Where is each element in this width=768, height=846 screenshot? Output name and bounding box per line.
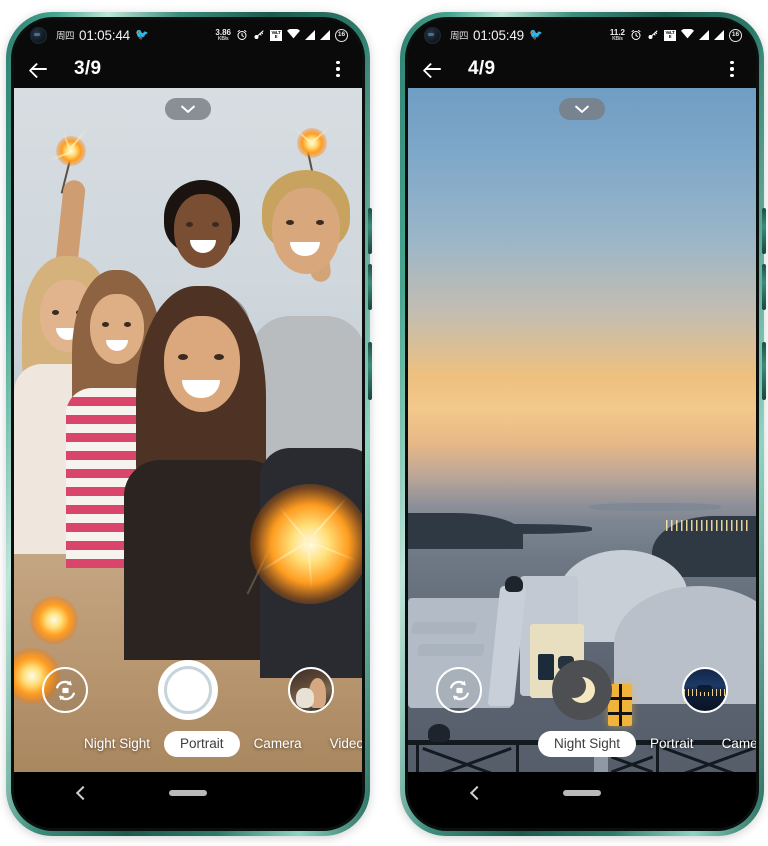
battery-icon: 16 xyxy=(729,28,742,42)
more-vertical-icon[interactable] xyxy=(722,60,742,78)
distant-island xyxy=(588,502,722,511)
app-bar-right: 4/9 xyxy=(408,50,756,88)
page-title: 3/9 xyxy=(74,58,102,79)
shutter-button[interactable] xyxy=(158,660,218,720)
back-arrow-icon[interactable] xyxy=(27,57,51,81)
phone-screen-left: 周四 01:05:44 🐦 3.86 KB/s VoLT E 16 3/9 Ni… xyxy=(14,20,362,828)
planter-pot xyxy=(505,576,523,592)
screenshot-canvas: 周四 01:05:44 🐦 3.86 KB/s VoLT E 16 3/9 Ni… xyxy=(0,0,768,846)
gallery-thumbnail[interactable] xyxy=(288,667,334,713)
key-icon xyxy=(253,29,265,41)
power-button[interactable] xyxy=(368,342,372,400)
front-camera-punch-hole xyxy=(424,26,441,44)
network-speed-indicator: 3.86 KB/s xyxy=(215,28,231,42)
camera-mode-selector-left[interactable]: Night Sight Portrait Camera Video xyxy=(14,730,362,758)
mode-track: Night Sight Portrait Camera xyxy=(538,731,756,757)
town-lights xyxy=(665,520,750,532)
battery-icon: 16 xyxy=(335,28,348,42)
nav-home-pill[interactable] xyxy=(169,790,207,796)
sun-lounger xyxy=(410,622,478,634)
status-bar-left-cluster: 周四 01:05:44 🐦 xyxy=(56,28,149,43)
sparkler-flame-small xyxy=(30,596,78,644)
camera-viewfinder-right[interactable]: Night Sight Portrait Camera xyxy=(408,88,756,772)
alarm-icon xyxy=(236,29,248,41)
camera-controls-left xyxy=(14,652,362,728)
mode-video[interactable]: Video xyxy=(316,732,362,756)
power-button[interactable] xyxy=(762,342,766,400)
camera-controls-right xyxy=(408,652,756,728)
phone-bezel-left: 周四 01:05:44 🐦 3.86 KB/s VoLT E 16 3/9 Ni… xyxy=(11,17,365,831)
bird-icon: 🐦 xyxy=(134,28,149,41)
volume-up-button[interactable] xyxy=(762,208,766,254)
network-speed-unit: KB/s xyxy=(612,35,623,42)
status-bar-right-cluster: 11.2 KB/s VoLT E 16 xyxy=(610,26,742,44)
wifi-icon xyxy=(287,26,300,44)
sparkler-flame xyxy=(56,136,86,166)
nav-back-icon[interactable] xyxy=(469,785,485,801)
chevron-down-icon[interactable] xyxy=(559,98,605,120)
volte-icon: VoLT E xyxy=(664,29,676,41)
status-bar-right: 周四 01:05:49 🐦 11.2 KB/s VoLT E 16 xyxy=(408,20,756,50)
mode-portrait[interactable]: Portrait xyxy=(636,732,708,756)
signal-icon xyxy=(714,30,724,40)
status-clock: 01:05:44 xyxy=(79,27,130,43)
signal-icon xyxy=(305,30,315,40)
shutter-inner-ring xyxy=(164,666,212,714)
alarm-icon xyxy=(630,29,642,41)
mode-night-sight[interactable]: Night Sight xyxy=(70,732,164,756)
page-title: 4/9 xyxy=(468,58,496,79)
network-speed-indicator: 11.2 KB/s xyxy=(610,28,625,42)
volte-icon: VoLT E xyxy=(270,29,282,41)
wifi-icon xyxy=(681,26,694,44)
back-arrow-icon[interactable] xyxy=(421,57,445,81)
app-bar-left: 3/9 xyxy=(14,50,362,88)
chevron-down-icon[interactable] xyxy=(165,98,211,120)
system-nav-bar-right xyxy=(408,772,756,828)
status-day-label: 周四 xyxy=(450,31,469,42)
volume-down-button[interactable] xyxy=(368,264,372,310)
phone-bezel-right: 周四 01:05:49 🐦 11.2 KB/s VoLT E 16 4/9 Ni… xyxy=(405,17,759,831)
front-camera-punch-hole xyxy=(30,26,47,44)
mode-night-sight[interactable]: Night Sight xyxy=(538,731,637,757)
signal-icon xyxy=(320,30,330,40)
more-vertical-icon[interactable] xyxy=(328,60,348,78)
volume-down-button[interactable] xyxy=(762,264,766,310)
status-bar-right-cluster: 3.86 KB/s VoLT E 16 xyxy=(215,26,348,44)
network-speed-unit: KB/s xyxy=(217,35,229,42)
status-clock: 01:05:49 xyxy=(473,27,524,43)
key-icon xyxy=(647,29,659,41)
moon-icon xyxy=(562,674,595,703)
sparkler-flame-large xyxy=(250,484,362,604)
mode-camera[interactable]: Camera xyxy=(240,732,316,756)
phone-device-left: 周四 01:05:44 🐦 3.86 KB/s VoLT E 16 3/9 Ni… xyxy=(6,12,372,836)
status-bar-left-cluster: 周四 01:05:49 🐦 xyxy=(450,28,543,43)
mode-track: Night Sight Portrait Camera Video xyxy=(70,731,362,757)
island-spit xyxy=(411,524,593,534)
volume-up-button[interactable] xyxy=(368,208,372,254)
phone-screen-right: 周四 01:05:49 🐦 11.2 KB/s VoLT E 16 4/9 Ni… xyxy=(408,20,756,828)
flip-camera-icon[interactable] xyxy=(42,667,88,713)
camera-mode-selector-right[interactable]: Night Sight Portrait Camera xyxy=(408,730,756,758)
mode-camera[interactable]: Camera xyxy=(708,732,756,756)
status-bar-left: 周四 01:05:44 🐦 3.86 KB/s VoLT E 16 xyxy=(14,20,362,50)
shutter-button[interactable] xyxy=(552,660,612,720)
bird-icon: 🐦 xyxy=(528,28,543,41)
flip-camera-icon[interactable] xyxy=(436,667,482,713)
status-day-label: 周四 xyxy=(56,31,75,42)
gallery-thumbnail[interactable] xyxy=(682,667,728,713)
phone-device-right: 周四 01:05:49 🐦 11.2 KB/s VoLT E 16 4/9 Ni… xyxy=(400,12,766,836)
camera-viewfinder-left[interactable]: Night Sight Portrait Camera Video xyxy=(14,88,362,772)
mode-portrait[interactable]: Portrait xyxy=(164,731,240,757)
nav-back-icon[interactable] xyxy=(75,785,91,801)
nav-home-pill[interactable] xyxy=(563,790,601,796)
signal-icon xyxy=(699,30,709,40)
system-nav-bar-left xyxy=(14,772,362,828)
